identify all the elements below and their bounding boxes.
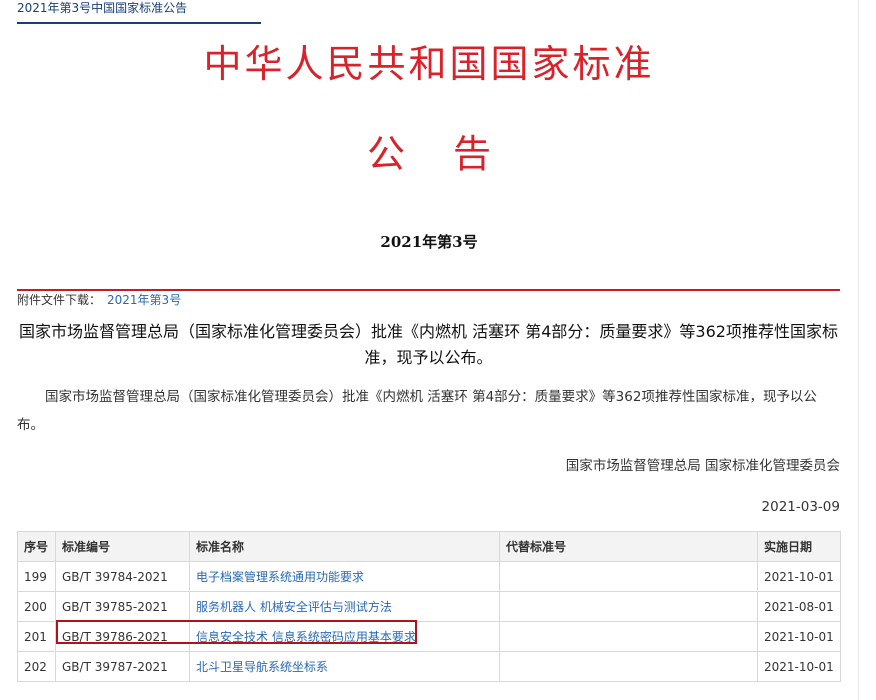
column-header-seq: 序号: [17, 531, 56, 562]
page-title: 中华人民共和国国家标准: [203, 42, 655, 86]
row-name-cell: 信息安全技术 信息系统密码应用基本要求: [189, 621, 500, 652]
row-replace: [499, 621, 758, 652]
row-effective-date: 2021-10-01: [757, 621, 841, 652]
standard-name-link[interactable]: 电子档案管理系统通用功能要求: [196, 570, 364, 584]
row-name-cell: 服务机器人 机械安全评估与测试方法: [189, 591, 500, 622]
announcement-headline: 国家市场监督管理总局（国家标准化管理委员会）批准《内燃机 活塞环 第4部分：质量…: [19, 322, 838, 367]
row-code: GB/T 39784-2021: [55, 561, 190, 592]
row-effective-date: 2021-10-01: [757, 651, 841, 682]
issue-date: 2021-03-09: [761, 499, 840, 515]
row-replace: [499, 651, 758, 682]
table-row: 201 GB/T 39786-2021 信息安全技术 信息系统密码应用基本要求 …: [17, 621, 841, 652]
row-seq: 201: [17, 621, 56, 652]
row-name-cell: 电子档案管理系统通用功能要求: [189, 561, 500, 592]
attachment-row: 附件文件下载： 2021年第3号: [17, 291, 181, 309]
row-effective-date: 2021-10-01: [757, 561, 841, 592]
row-code: GB/T 39786-2021: [55, 621, 190, 652]
column-header-code: 标准编号: [55, 531, 190, 562]
announcement-page: 2021年第3号中国国家标准公告 中华人民共和国国家标准 公告 2021年第3号…: [0, 0, 876, 700]
row-replace: [499, 591, 758, 622]
standard-name-link[interactable]: 服务机器人 机械安全评估与测试方法: [196, 600, 392, 614]
column-header-name: 标准名称: [189, 531, 500, 562]
row-seq: 200: [17, 591, 56, 622]
row-seq: 202: [17, 651, 56, 682]
standard-name-link[interactable]: 信息安全技术 信息系统密码应用基本要求: [196, 630, 416, 644]
breadcrumb-underline: [17, 22, 261, 24]
attachment-download-link[interactable]: 2021年第3号: [107, 293, 181, 307]
announcement-body: 国家市场监督管理总局（国家标准化管理委员会）批准《内燃机 活塞环 第4部分：质量…: [17, 389, 817, 433]
table-header-row: 序号 标准编号 标准名称 代替标准号 实施日期: [17, 531, 841, 562]
right-divider: [858, 0, 859, 700]
row-replace: [499, 561, 758, 592]
row-name-cell: 北斗卫星导航系统坐标系: [189, 651, 500, 682]
attachment-label: 附件文件下载：: [17, 293, 102, 307]
row-code: GB/T 39785-2021: [55, 591, 190, 622]
table-row: 199 GB/T 39784-2021 电子档案管理系统通用功能要求 2021-…: [17, 561, 841, 592]
issue-number: 2021年第3号: [380, 233, 478, 251]
issuer-signature: 国家市场监督管理总局 国家标准化管理委员会: [565, 458, 840, 474]
table-row: 202 GB/T 39787-2021 北斗卫星导航系统坐标系 2021-10-…: [17, 651, 841, 682]
standard-name-link[interactable]: 北斗卫星导航系统坐标系: [196, 660, 328, 674]
breadcrumb[interactable]: 2021年第3号中国国家标准公告: [17, 0, 187, 16]
row-code: GB/T 39787-2021: [55, 651, 190, 682]
row-seq: 199: [17, 561, 56, 592]
notice-title: 公告: [366, 132, 539, 176]
row-effective-date: 2021-08-01: [757, 591, 841, 622]
table-row: 200 GB/T 39785-2021 服务机器人 机械安全评估与测试方法 20…: [17, 591, 841, 622]
standards-table: 序号 标准编号 标准名称 代替标准号 实施日期 199 GB/T 39784-2…: [17, 531, 841, 682]
column-header-effective: 实施日期: [757, 531, 841, 562]
column-header-replace: 代替标准号: [499, 531, 758, 562]
